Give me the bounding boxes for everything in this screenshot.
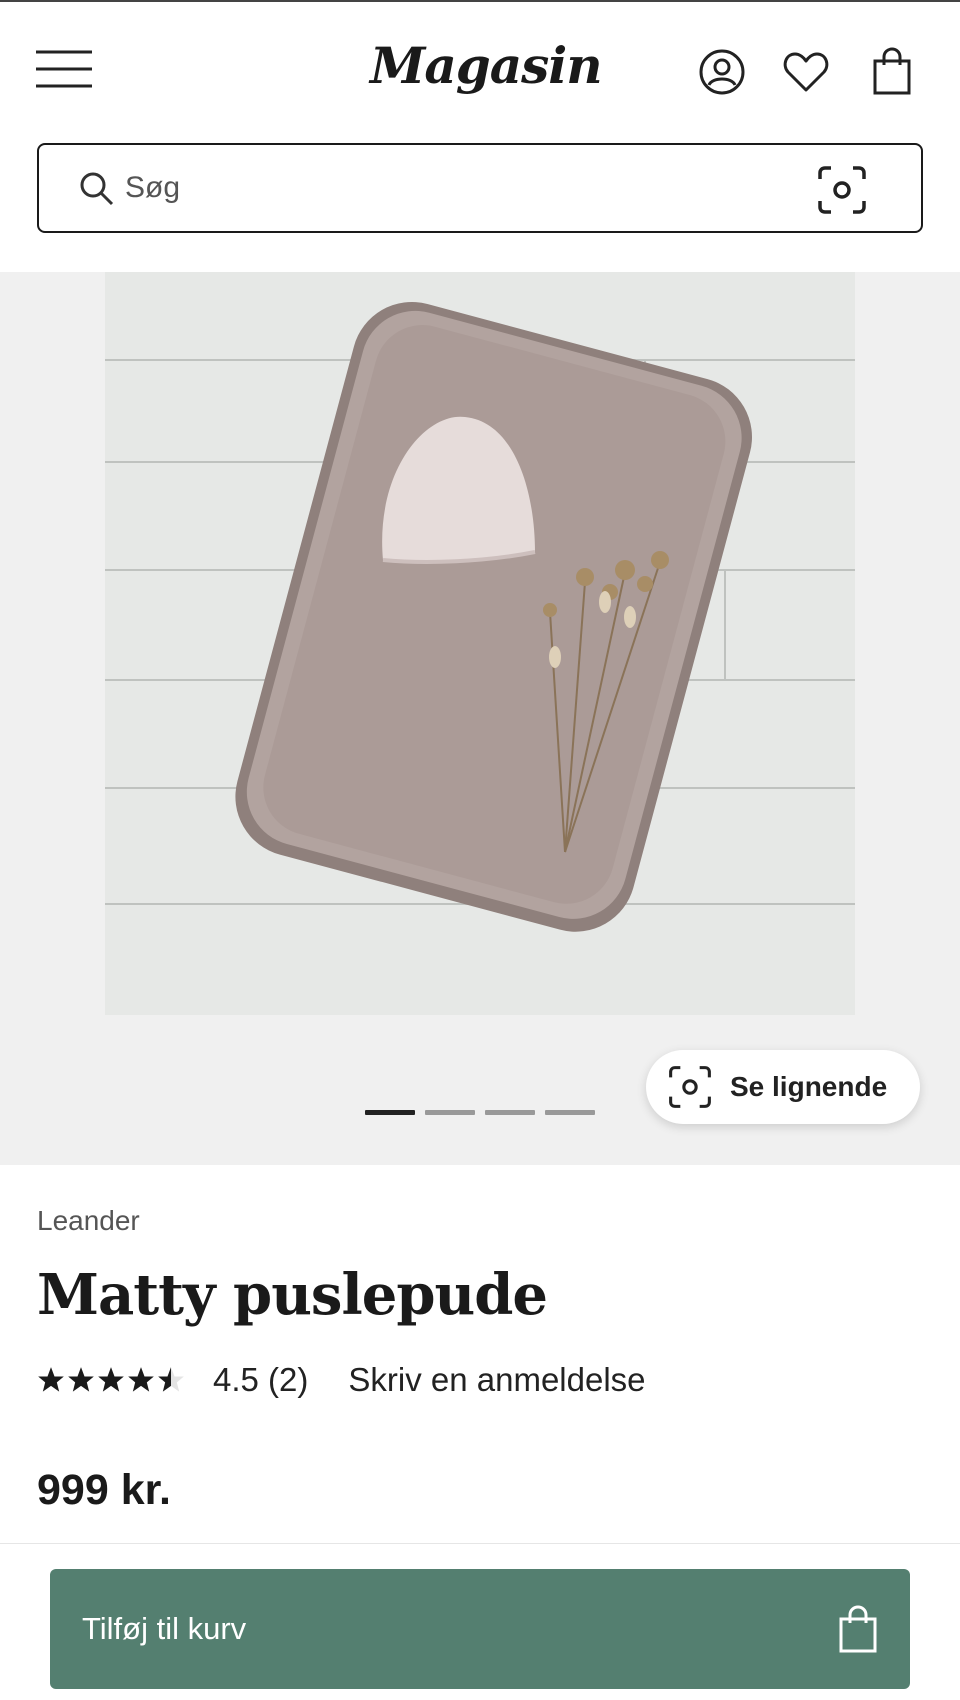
rating-row: 4.5 (2) Skriv en anmeldelse (37, 1360, 646, 1400)
rating-stars (37, 1366, 185, 1394)
add-to-cart-label: Tilføj til kurv (82, 1611, 247, 1646)
account-button[interactable] (696, 46, 748, 98)
see-similar-label: Se lignende (730, 1071, 888, 1102)
product-price: 999 kr. (37, 1466, 171, 1514)
star-full-icon (68, 1367, 94, 1392)
menu-button[interactable] (36, 46, 94, 92)
product-image[interactable] (105, 272, 855, 1015)
gallery-dot[interactable] (365, 1110, 415, 1115)
cart-button[interactable] (866, 44, 918, 98)
heart-icon (783, 52, 829, 92)
search-bar (37, 143, 923, 233)
add-to-cart-button[interactable]: Tilføj til kurv (50, 1569, 910, 1689)
product-title: Matty puslepude (37, 1262, 548, 1328)
see-similar-button[interactable]: Se lignende (646, 1050, 920, 1124)
account-icon (699, 49, 745, 95)
wishlist-button[interactable] (780, 46, 832, 98)
star-full-icon (128, 1367, 154, 1392)
menu-icon (36, 50, 92, 88)
star-full-icon (38, 1367, 64, 1392)
star-half-icon (158, 1367, 184, 1392)
visual-search-button[interactable] (817, 165, 867, 215)
visual-search-icon (669, 1066, 711, 1108)
gallery-dot[interactable] (485, 1110, 535, 1115)
search-input[interactable] (125, 165, 725, 211)
search-icon (80, 172, 114, 206)
product-gallery: Se lignende (0, 272, 960, 1165)
gallery-dot[interactable] (425, 1110, 475, 1115)
visual-search-icon (818, 166, 866, 214)
site-header: Magasin (0, 2, 960, 132)
shopping-bag-icon (839, 1605, 877, 1653)
write-review-link[interactable]: Skriv en anmeldelse (348, 1361, 645, 1399)
rating-value[interactable]: 4.5 (2) (213, 1361, 308, 1399)
product-brand[interactable]: Leander (37, 1205, 140, 1237)
logo-text: Magasin (370, 36, 603, 95)
shopping-bag-icon (873, 47, 911, 95)
logo[interactable]: Magasin (370, 36, 603, 116)
star-full-icon (98, 1367, 124, 1392)
gallery-pagination (365, 1110, 595, 1115)
gallery-dot[interactable] (545, 1110, 595, 1115)
sticky-cart-bar: Tilføj til kurv (0, 1543, 960, 1700)
